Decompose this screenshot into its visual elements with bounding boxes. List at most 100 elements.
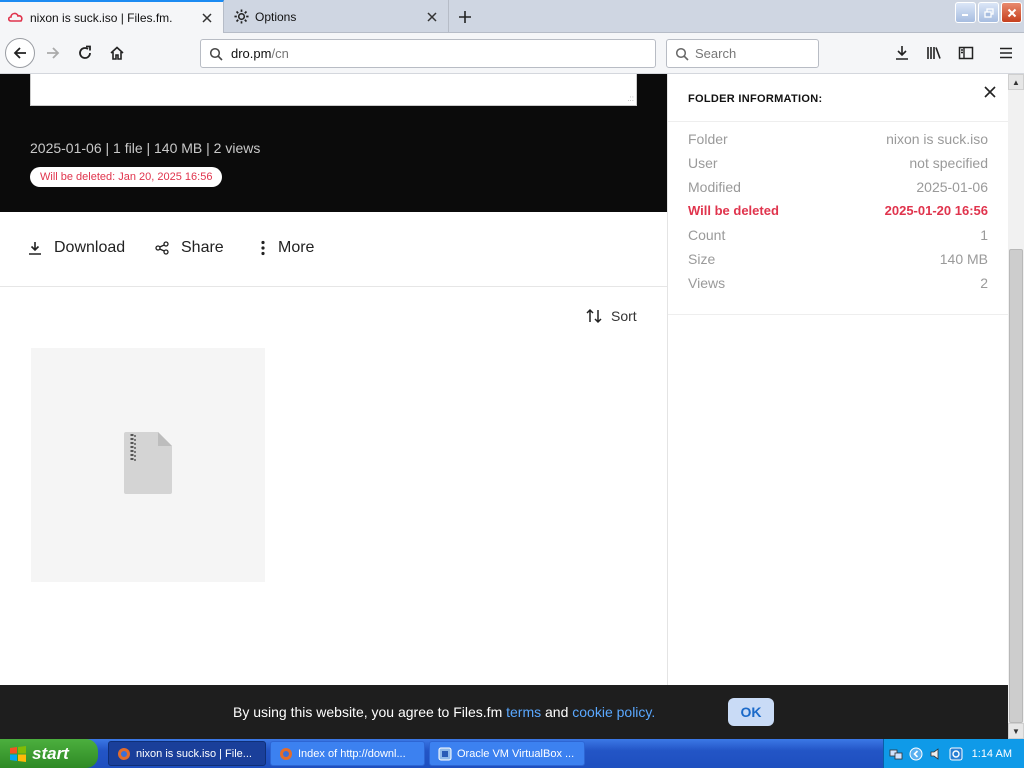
info-row-folder: Folder nixon is suck.iso xyxy=(688,131,988,151)
start-button[interactable]: start xyxy=(0,739,98,768)
share-label: Share xyxy=(181,239,224,256)
info-value: 1 xyxy=(980,227,988,243)
sort-icon xyxy=(585,307,603,325)
deletion-badge: Will be deleted: Jan 20, 2025 16:56 xyxy=(30,167,223,187)
page-scrollbar[interactable]: ▲ ▼ xyxy=(1008,74,1024,739)
info-label: User xyxy=(688,155,718,171)
info-label: Size xyxy=(688,251,716,267)
cookie-ok-button[interactable]: OK xyxy=(728,698,774,726)
info-row-views: Views 2 xyxy=(688,275,988,295)
network-icon[interactable] xyxy=(888,746,904,762)
info-row-count: Count 1 xyxy=(688,227,988,247)
scroll-thumb[interactable] xyxy=(1009,249,1023,723)
info-label: Count xyxy=(688,227,726,243)
file-header: .:: 2025-01-06 | 1 file | 140 MB | 2 vie… xyxy=(0,74,667,212)
cookie-banner: By using this website, you agree to File… xyxy=(0,685,1008,739)
windows-logo-icon xyxy=(9,745,27,763)
gear-icon xyxy=(233,9,249,25)
sidebar-toggle-icon[interactable] xyxy=(954,41,978,65)
library-icon[interactable] xyxy=(922,41,946,65)
taskbar-item-label: Oracle VM VirtualBox ... xyxy=(457,747,575,760)
info-value: not specified xyxy=(909,155,988,171)
windows-taskbar: start nixon is suck.iso | File... Index … xyxy=(0,739,1024,768)
cookie-text: By using this website, you agree to File… xyxy=(233,704,655,720)
more-button[interactable]: More xyxy=(260,239,314,257)
divider xyxy=(668,121,1009,122)
url-host: dro.pm xyxy=(231,46,272,61)
search-icon xyxy=(209,47,225,61)
more-vertical-icon xyxy=(260,240,266,256)
virtualbox-icon xyxy=(437,746,453,762)
close-window-button[interactable] xyxy=(1001,2,1022,23)
more-label: More xyxy=(278,239,315,256)
info-value: 2 xyxy=(980,275,988,291)
info-label: Views xyxy=(688,275,726,291)
url-path: /cn xyxy=(271,46,289,61)
info-row-user: User not specified xyxy=(688,155,988,175)
info-value: 140 MB xyxy=(939,251,988,267)
cookie-policy-link[interactable]: cookie policy. xyxy=(572,704,655,720)
sort-button[interactable]: Sort xyxy=(585,307,637,325)
taskbar-item-virtualbox[interactable]: Oracle VM VirtualBox ... xyxy=(429,741,585,766)
scroll-down-arrow-icon[interactable]: ▼ xyxy=(1008,723,1024,739)
info-label: Modified xyxy=(688,179,741,195)
tab-options[interactable]: Options xyxy=(225,0,449,33)
downloads-icon[interactable] xyxy=(890,41,914,65)
close-tab-icon[interactable] xyxy=(425,10,439,24)
info-value: 2025-01-20 16:56 xyxy=(884,203,988,218)
scroll-up-arrow-icon[interactable]: ▲ xyxy=(1008,74,1024,90)
taskbar-item-label: nixon is suck.iso | File... xyxy=(136,747,252,760)
search-input[interactable]: Search xyxy=(666,39,819,68)
new-tab-button[interactable] xyxy=(453,6,477,28)
folder-info-panel: FOLDER INFORMATION: Folder nixon is suck… xyxy=(667,74,1009,685)
info-value: nixon is suck.iso xyxy=(886,131,988,147)
cookie-message: By using this website, you agree to File… xyxy=(233,704,507,720)
system-tray: 1:14 AM xyxy=(883,739,1024,768)
resize-grip-icon[interactable]: .:: xyxy=(627,95,634,103)
taskbar-item-firefox[interactable]: nixon is suck.iso | File... xyxy=(108,741,266,766)
start-label: start xyxy=(32,743,69,763)
close-tab-icon[interactable] xyxy=(200,11,214,25)
reload-button[interactable] xyxy=(70,38,100,68)
tab-files-fm[interactable]: nixon is suck.iso | Files.fm. xyxy=(0,0,224,33)
forward-button[interactable] xyxy=(38,38,68,68)
filesfm-logo-icon xyxy=(8,10,24,26)
close-icon[interactable] xyxy=(982,84,998,100)
chevron-left-icon[interactable] xyxy=(908,746,924,762)
browser-icon xyxy=(278,746,294,762)
search-icon xyxy=(675,47,689,61)
url-bar[interactable]: dro.pm/cn xyxy=(200,39,656,68)
download-icon xyxy=(28,241,42,255)
minimize-button[interactable] xyxy=(955,2,976,23)
search-placeholder: Search xyxy=(695,46,737,61)
restore-button[interactable] xyxy=(978,2,999,23)
description-textarea[interactable]: .:: xyxy=(30,74,637,106)
tab-label: Options xyxy=(255,9,297,24)
taskbar-item-index[interactable]: Index of http://downl... xyxy=(270,741,425,766)
share-button[interactable]: Share xyxy=(155,239,224,257)
info-label: Folder xyxy=(688,131,728,147)
divider xyxy=(668,314,1009,315)
cookie-and: and xyxy=(541,704,573,720)
action-bar: Download Share More xyxy=(0,212,667,287)
app-tray-icon[interactable] xyxy=(948,746,964,762)
panel-title: FOLDER INFORMATION: xyxy=(688,93,823,105)
download-label: Download xyxy=(54,239,126,256)
file-meta: 2025-01-06 | 1 file | 140 MB | 2 views xyxy=(30,140,261,156)
home-button[interactable] xyxy=(102,38,132,68)
menu-icon[interactable] xyxy=(994,41,1018,65)
window-controls xyxy=(955,2,1022,23)
tab-label: nixon is suck.iso | Files.fm. xyxy=(30,10,173,25)
volume-icon[interactable] xyxy=(928,746,944,762)
navigation-toolbar: dro.pm/cn Search xyxy=(0,33,1024,74)
terms-link[interactable]: terms xyxy=(506,704,541,720)
sort-label: Sort xyxy=(611,308,637,324)
tab-strip: nixon is suck.iso | Files.fm. Options xyxy=(0,0,1024,33)
clock: 1:14 AM xyxy=(971,747,1012,760)
download-button[interactable]: Download xyxy=(28,239,125,257)
info-value: 2025-01-06 xyxy=(916,179,988,195)
file-thumbnail[interactable] xyxy=(31,348,265,582)
info-row-modified: Modified 2025-01-06 xyxy=(688,179,988,199)
browser-icon xyxy=(116,746,132,762)
back-button[interactable] xyxy=(5,38,35,68)
